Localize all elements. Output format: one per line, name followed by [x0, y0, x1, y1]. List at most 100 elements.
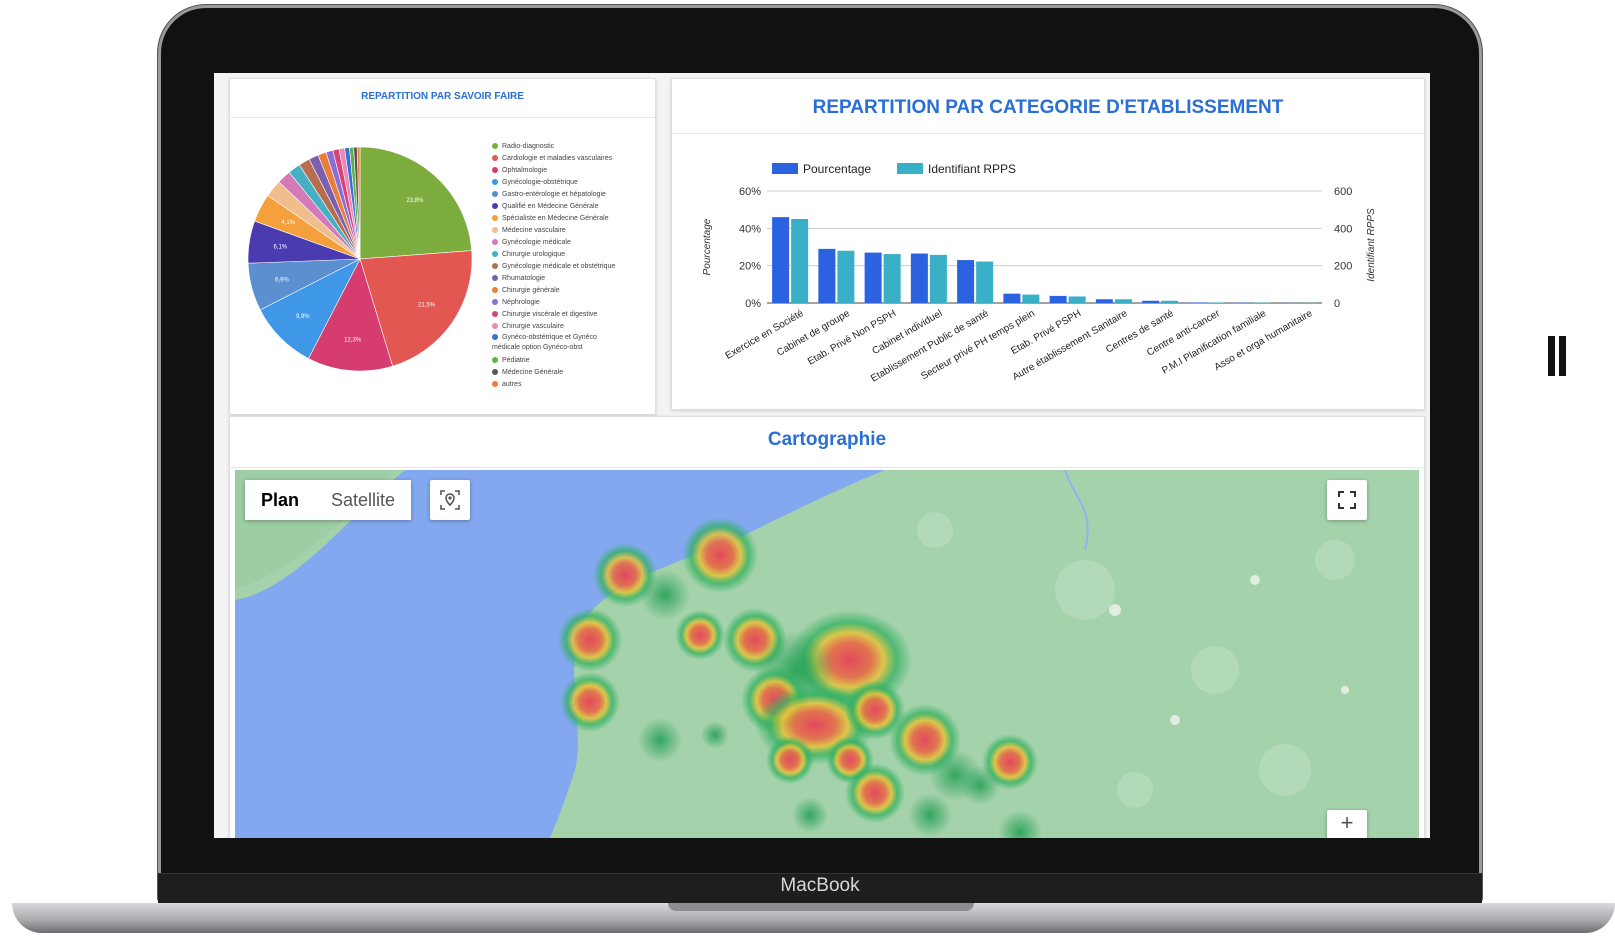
y2-tick-label: 200: [1334, 261, 1352, 273]
categorie-title: REPARTITION PAR CATEGORIE D'ETABLISSEMEN…: [672, 79, 1424, 134]
bar-identifiant-rpps[interactable]: [929, 254, 947, 303]
legend-label: Gynécologie-obstétrique: [502, 179, 578, 186]
cartographie-title: Cartographie: [230, 417, 1424, 468]
legend-item[interactable]: Radio-diagnostic: [492, 141, 620, 153]
y2-tick-label: 400: [1334, 223, 1352, 235]
legend-item[interactable]: Gastro-entérologie et hépatologie: [492, 189, 620, 201]
savoir-faire-pie-chart: 23,8% 21,5% 12,3% 9,9% 6,9% 6,1% 4,1%: [247, 146, 473, 372]
y-tick-label: 60%: [739, 186, 761, 198]
bar-pourcentage[interactable]: [957, 260, 975, 303]
pie-slice-label: 23,8%: [406, 198, 424, 204]
bar-legend-label[interactable]: Pourcentage: [803, 162, 871, 176]
location-button[interactable]: [430, 480, 470, 520]
categorie-bar-chart: 0% 20% 40% 60% 0 200 400 600 Pourcentage Identifi…: [702, 162, 1377, 385]
brand-label: MacBook: [780, 875, 860, 896]
bar-pourcentage[interactable]: [1188, 302, 1206, 303]
legend-item[interactable]: Spécialiste en Médecine Générale: [492, 213, 620, 225]
bar-legend-label[interactable]: Identifiant RPPS: [928, 162, 1016, 176]
legend-label: Rhumatologie: [502, 275, 546, 282]
bar-pourcentage[interactable]: [910, 253, 928, 303]
legend-swatch: [492, 239, 498, 246]
y2-tick-label: 0: [1334, 298, 1340, 310]
fullscreen-button[interactable]: [1327, 480, 1367, 520]
bar-pourcentage[interactable]: [1003, 293, 1021, 303]
map-type-satellite-button[interactable]: Satellite: [315, 480, 412, 520]
legend-item[interactable]: Gynécologie médicale et obstétrique: [492, 261, 620, 273]
legend-label: Chirurgie vasculaire: [502, 323, 564, 330]
pie-slice-label: 4,1%: [281, 220, 295, 226]
legend-label: Qualifié en Médecine Générale: [502, 203, 599, 210]
legend-swatch: [492, 299, 498, 306]
map-type-plan-button[interactable]: Plan: [245, 480, 316, 520]
bar-pourcentage[interactable]: [772, 217, 790, 303]
legend-item[interactable]: Médecine Générale: [492, 367, 620, 379]
heatmap-map[interactable]: [235, 470, 1419, 838]
map-view[interactable]: Plan Satellite +: [235, 470, 1419, 838]
legend-item[interactable]: Gynécologie médicale: [492, 237, 620, 249]
fullscreen-icon: [1338, 491, 1356, 509]
legend-item[interactable]: Néphrologie: [492, 297, 620, 309]
bar-identifiant-rpps[interactable]: [1207, 302, 1225, 303]
location-pin-icon: [440, 490, 460, 510]
legend-item[interactable]: Médecine vasculaire: [492, 225, 620, 237]
legend-swatch: [492, 155, 498, 162]
legend-swatch: [492, 381, 498, 388]
legend-label: Médecine vasculaire: [502, 227, 566, 234]
pie-slice-label: 6,9%: [275, 277, 289, 283]
bar-identifiant-rpps[interactable]: [1114, 299, 1132, 303]
legend-item[interactable]: Cardiologie et maladies vasculaires: [492, 153, 620, 165]
pie-slice-label: 9,9%: [296, 314, 310, 320]
legend-item[interactable]: Chirurgie générale: [492, 285, 620, 297]
bar-pourcentage[interactable]: [1049, 295, 1067, 303]
bar-pourcentage[interactable]: [1142, 300, 1160, 303]
bar-identifiant-rpps[interactable]: [791, 219, 809, 303]
cartographie-panel: Cartographie Plan Satellite +: [229, 416, 1425, 838]
bar-identifiant-rpps[interactable]: [1022, 294, 1040, 303]
legend-label: Cardiologie et maladies vasculaires: [502, 155, 613, 162]
bar-identifiant-rpps[interactable]: [837, 250, 855, 303]
bar-pourcentage[interactable]: [864, 252, 882, 303]
legend-swatch: [492, 275, 498, 282]
legend-swatch: [492, 227, 498, 234]
legend-label: Gynécologie médicale et obstétrique: [502, 263, 616, 270]
legend-swatch: [492, 357, 498, 364]
legend-item[interactable]: Chirurgie vasculaire: [492, 321, 620, 333]
legend-swatch: [492, 143, 498, 150]
legend-item[interactable]: Gynéco-obstétrique et Gynéco médicale op…: [492, 333, 620, 355]
legend-swatch: [492, 334, 498, 341]
legend-swatch: [492, 191, 498, 198]
legend-item[interactable]: Chirurgie urologique: [492, 249, 620, 261]
zoom-in-button[interactable]: +: [1327, 810, 1367, 838]
categorie-panel: REPARTITION PAR CATEGORIE D'ETABLISSEMEN…: [671, 78, 1425, 410]
bar-identifiant-rpps[interactable]: [1161, 300, 1179, 303]
legend-item[interactable]: Qualifié en Médecine Générale: [492, 201, 620, 213]
bar-pourcentage[interactable]: [1095, 299, 1113, 303]
legend-swatch: [492, 179, 498, 186]
legend-label: Gynécologie médicale: [502, 239, 571, 246]
y-tick-label: 0%: [745, 298, 761, 310]
legend-item[interactable]: Gynécologie-obstétrique: [492, 177, 620, 189]
legend-label: Néphrologie: [502, 299, 540, 306]
y-tick-label: 40%: [739, 223, 761, 235]
legend-swatch: [492, 311, 498, 318]
bar-identifiant-rpps[interactable]: [1068, 296, 1086, 303]
legend-swatch: [492, 369, 498, 376]
legend-label: Chirurgie urologique: [502, 251, 566, 258]
legend-item[interactable]: Ophtalmologie: [492, 165, 620, 177]
legend-item[interactable]: autres: [492, 379, 620, 391]
legend-item[interactable]: Pédiatrie: [492, 355, 620, 367]
map-type-control: Plan Satellite: [245, 480, 412, 520]
x-tick-label: Etab. Privé Non PSPH: [806, 308, 898, 368]
legend-item[interactable]: Rhumatologie: [492, 273, 620, 285]
savoir-faire-legend: Radio-diagnostic Cardiologie et maladies …: [492, 141, 620, 391]
bar-legend-swatch: [897, 163, 923, 174]
legend-label: Pédiatrie: [502, 357, 530, 364]
legend-label: Chirurgie générale: [502, 287, 560, 294]
savoir-faire-panel: REPARTITION PAR SAVOIR FAIRE 23,8% 21,5% 1…: [229, 78, 656, 415]
bar-identifiant-rpps[interactable]: [883, 254, 901, 303]
bar-pourcentage[interactable]: [818, 248, 836, 303]
legend-swatch: [492, 287, 498, 294]
bar-identifiant-rpps[interactable]: [976, 261, 994, 303]
legend-item[interactable]: Chirurgie viscérale et digestive: [492, 309, 620, 321]
pie-slice-label: 21,5%: [418, 303, 436, 309]
